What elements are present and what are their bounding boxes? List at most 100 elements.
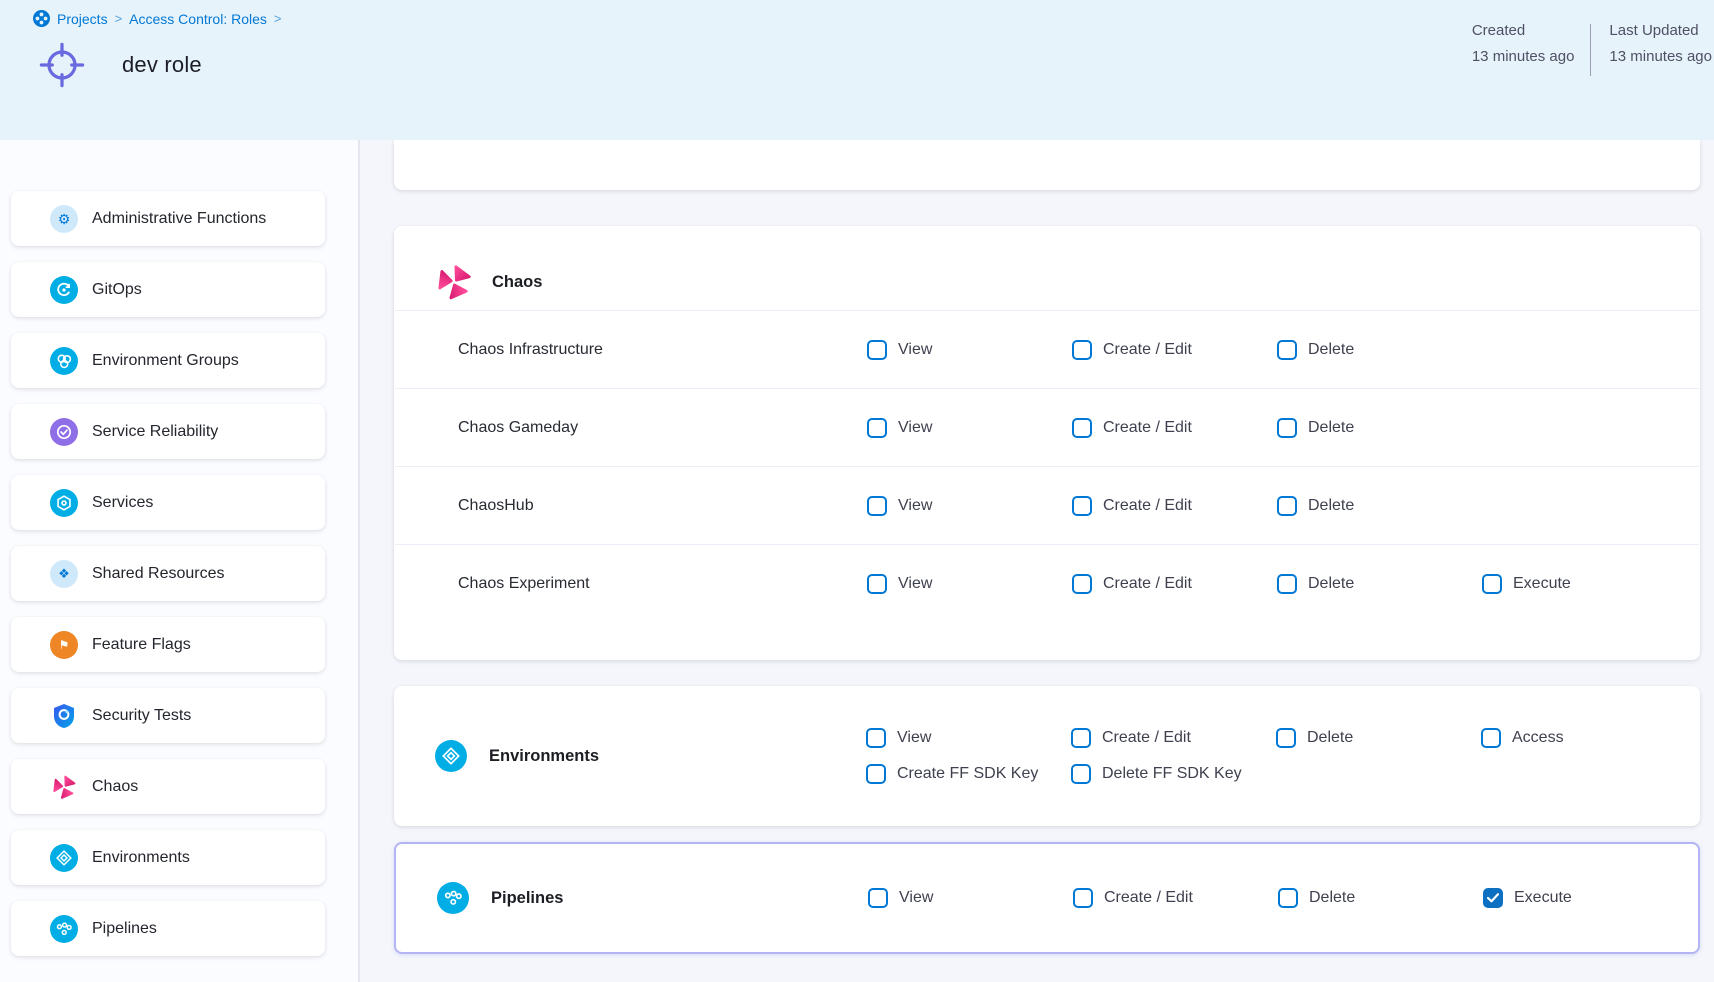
checkbox-create-edit[interactable]: Create / Edit [1073, 888, 1193, 908]
permission-row-chaos-experiment: Chaos ExperimentViewCreate / EditDeleteE… [395, 544, 1699, 622]
shared-resources-icon: ❖ [50, 560, 78, 588]
environment-groups-icon [50, 347, 78, 375]
checkbox-create-ff-sdk-key[interactable]: Create FF SDK Key [866, 764, 1038, 784]
checkbox-view[interactable]: View [866, 728, 931, 748]
pipelines-section-card[interactable]: Pipelines View Create / Edit Delete Execute [394, 842, 1700, 954]
unchecked-checkbox-icon[interactable] [868, 888, 888, 908]
breadcrumb-roles-link[interactable]: Access Control: Roles [129, 11, 267, 27]
checkbox-label: View [899, 889, 933, 907]
pipelines-icon [437, 882, 469, 914]
unchecked-checkbox-icon[interactable] [866, 764, 886, 784]
checkbox-label: Delete [1308, 341, 1354, 359]
unchecked-checkbox-icon[interactable] [867, 574, 887, 594]
checkbox-delete-ff-sdk-key[interactable]: Delete FF SDK Key [1071, 764, 1242, 784]
checkbox-access[interactable]: Access [1481, 728, 1564, 748]
unchecked-checkbox-icon[interactable] [1071, 728, 1091, 748]
role-target-icon [36, 39, 88, 91]
checkbox-label: Create / Edit [1103, 419, 1192, 437]
checkbox-label: View [898, 419, 932, 437]
feature-flags-icon: ⚑ [50, 631, 78, 659]
unchecked-checkbox-icon[interactable] [1276, 728, 1296, 748]
permission-column: Access [1481, 728, 1686, 748]
checkbox-create-edit[interactable]: Create / Edit [1071, 728, 1191, 748]
created-label: Created [1472, 22, 1575, 39]
sidebar-item-feature-flags[interactable]: ⚑ Feature Flags [11, 617, 325, 672]
sidebar-item-service-reliability[interactable]: Service Reliability [11, 404, 325, 459]
sidebar-item-label: Feature Flags [92, 636, 191, 654]
sidebar-item-gitops[interactable]: GitOps [11, 262, 325, 317]
breadcrumb-separator: > [115, 11, 123, 26]
checkbox-create-edit[interactable]: Create / Edit [1072, 496, 1192, 516]
sidebar-item-label: Environments [92, 849, 190, 867]
environments-icon [435, 740, 467, 772]
permission-column: Create / Edit [1071, 728, 1276, 748]
checkbox-view[interactable]: View [867, 340, 932, 360]
checkbox-execute[interactable]: Execute [1483, 888, 1572, 908]
unchecked-checkbox-icon[interactable] [1072, 418, 1092, 438]
checkbox-delete[interactable]: Delete [1277, 496, 1354, 516]
permission-column: Execute [1483, 888, 1688, 908]
sidebar-item-label: Shared Resources [92, 565, 225, 583]
checkbox-label: Delete [1309, 889, 1355, 907]
unchecked-checkbox-icon[interactable] [1277, 574, 1297, 594]
permission-row-chaoshub: ChaosHubViewCreate / EditDelete [395, 466, 1699, 544]
permission-column: Delete [1276, 728, 1481, 748]
unchecked-checkbox-icon[interactable] [1073, 888, 1093, 908]
unchecked-checkbox-icon[interactable] [1277, 496, 1297, 516]
checkbox-view[interactable]: View [868, 888, 933, 908]
sidebar-item-environments[interactable]: Environments [11, 830, 325, 885]
projects-icon [33, 10, 50, 27]
unchecked-checkbox-icon[interactable] [1277, 340, 1297, 360]
checkbox-delete[interactable]: Delete [1276, 728, 1353, 748]
permission-column: Create FF SDK Key [866, 764, 1071, 784]
checkbox-label: Execute [1513, 575, 1571, 593]
sidebar-item-label: Pipelines [92, 920, 157, 938]
unchecked-checkbox-icon[interactable] [1482, 574, 1502, 594]
sidebar-item-services[interactable]: Services [11, 475, 325, 530]
security-tests-icon [50, 702, 78, 730]
unchecked-checkbox-icon[interactable] [1278, 888, 1298, 908]
section-title: Pipelines [491, 889, 563, 908]
checkbox-create-edit[interactable]: Create / Edit [1072, 340, 1192, 360]
checkbox-label: Execute [1514, 889, 1572, 907]
resource-category-sidebar: ⚙Administrative Functions GitOps Environme… [0, 140, 360, 982]
unchecked-checkbox-icon[interactable] [867, 496, 887, 516]
sidebar-item-label: Security Tests [92, 707, 191, 725]
section-title: Environments [489, 747, 599, 766]
checkbox-delete[interactable]: Delete [1278, 888, 1355, 908]
checked-checkbox-icon[interactable] [1483, 888, 1503, 908]
sidebar-item-label: GitOps [92, 281, 142, 299]
checkbox-create-edit[interactable]: Create / Edit [1072, 418, 1192, 438]
checkbox-delete[interactable]: Delete [1277, 340, 1354, 360]
unchecked-checkbox-icon[interactable] [1072, 496, 1092, 516]
sidebar-item-chaos[interactable]: Chaos [11, 759, 325, 814]
checkbox-create-edit[interactable]: Create / Edit [1072, 574, 1192, 594]
checkbox-label: Create / Edit [1103, 341, 1192, 359]
checkbox-delete[interactable]: Delete [1277, 418, 1354, 438]
checkbox-view[interactable]: View [867, 496, 932, 516]
unchecked-checkbox-icon[interactable] [1071, 764, 1091, 784]
unchecked-checkbox-icon[interactable] [866, 728, 886, 748]
sidebar-item-security-tests[interactable]: Security Tests [11, 688, 325, 743]
checkbox-label: View [898, 497, 932, 515]
permission-line: View Create / Edit Delete Execute [868, 888, 1688, 908]
unchecked-checkbox-icon[interactable] [867, 340, 887, 360]
unchecked-checkbox-icon[interactable] [1072, 574, 1092, 594]
unchecked-checkbox-icon[interactable] [1481, 728, 1501, 748]
unchecked-checkbox-icon[interactable] [1072, 340, 1092, 360]
checkbox-view[interactable]: View [867, 574, 932, 594]
unchecked-checkbox-icon[interactable] [1277, 418, 1297, 438]
breadcrumb-projects-link[interactable]: Projects [57, 11, 108, 27]
checkbox-delete[interactable]: Delete [1277, 574, 1354, 594]
sidebar-item-environment-groups[interactable]: Environment Groups [11, 333, 325, 388]
unchecked-checkbox-icon[interactable] [867, 418, 887, 438]
checkbox-view[interactable]: View [867, 418, 932, 438]
checkbox-execute[interactable]: Execute [1482, 574, 1571, 594]
sidebar-item-shared-resources[interactable]: ❖ Shared Resources [11, 546, 325, 601]
permission-column: Delete [1277, 496, 1482, 516]
checkbox-label: Delete [1308, 419, 1354, 437]
sidebar-item-administrative-functions[interactable]: ⚙Administrative Functions [11, 191, 325, 246]
checkbox-label: Delete [1308, 497, 1354, 515]
sidebar-item-pipelines[interactable]: Pipelines [11, 901, 325, 956]
services-icon [50, 489, 78, 517]
